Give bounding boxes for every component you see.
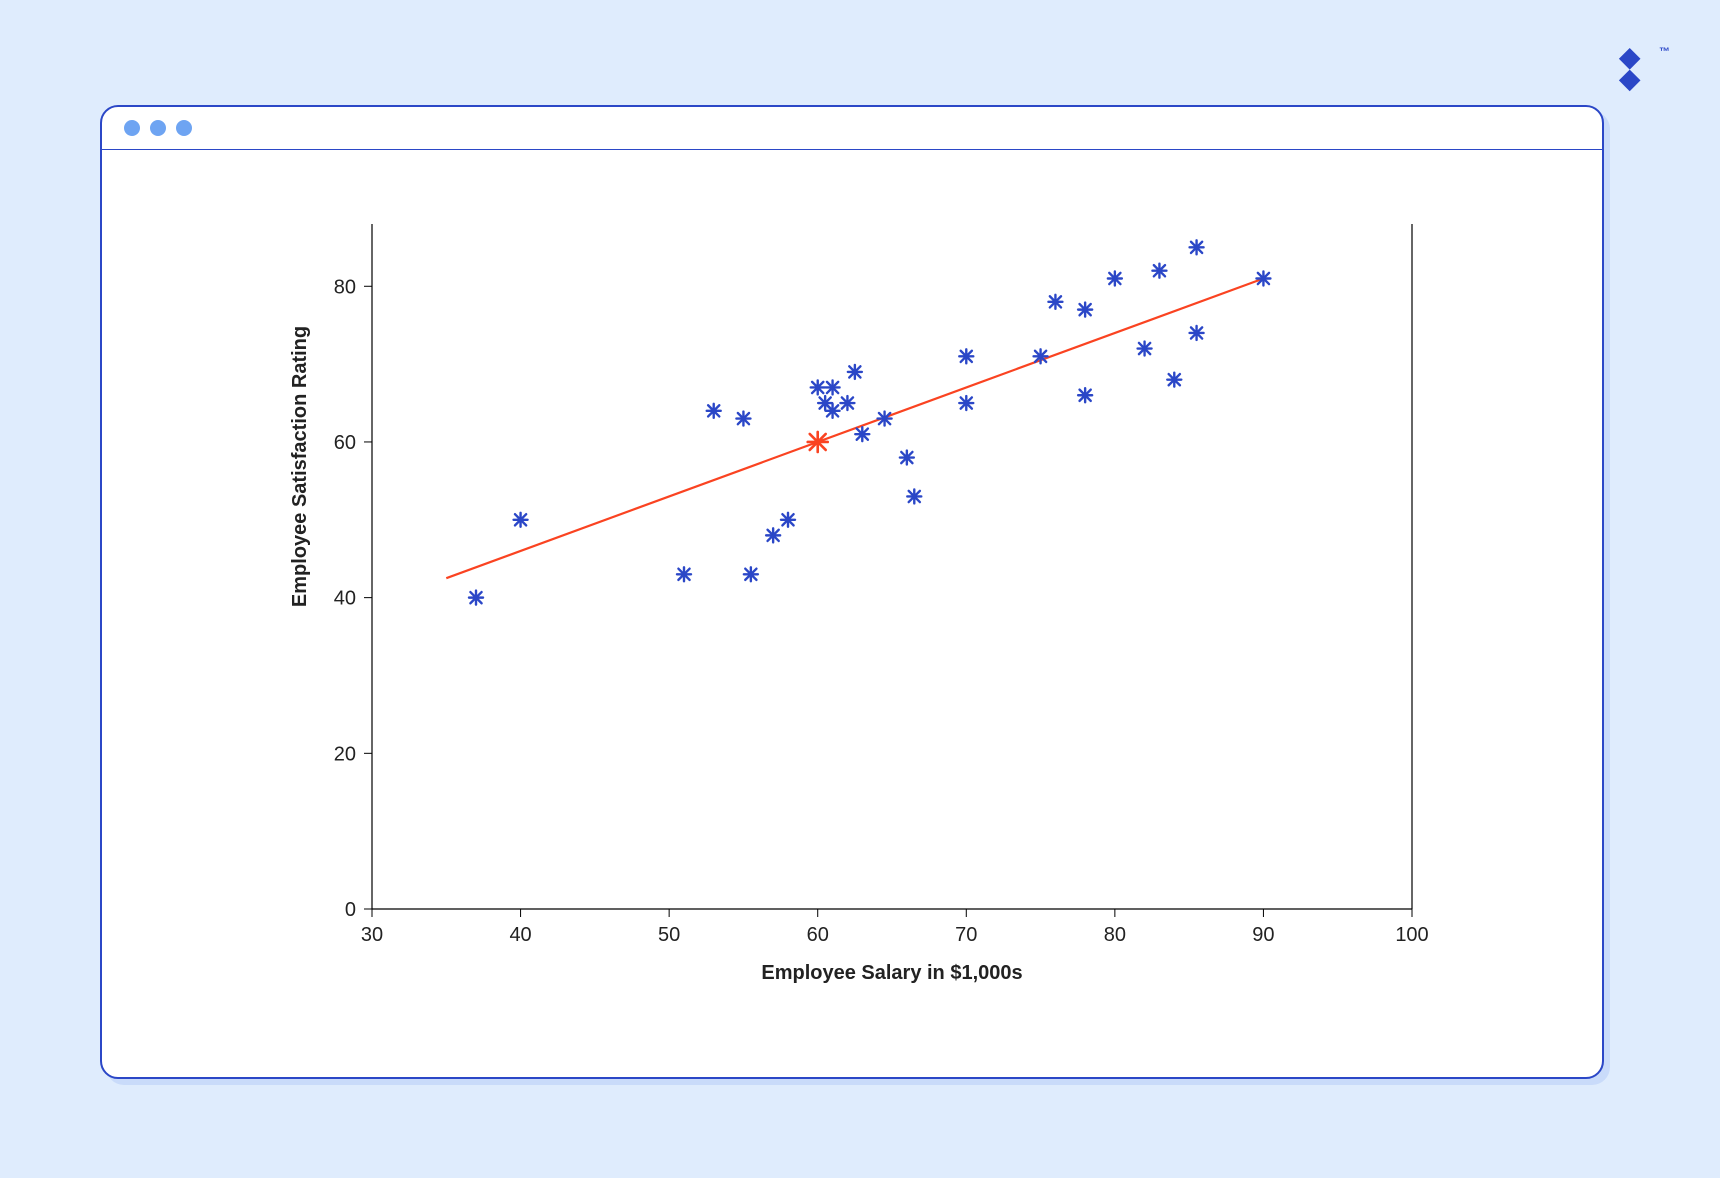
data-point: [959, 396, 973, 410]
data-point: [907, 489, 921, 503]
data-point: [959, 349, 973, 363]
data-point: [1190, 240, 1204, 254]
window-titlebar: [102, 107, 1602, 150]
x-tick-label: 50: [658, 924, 680, 946]
brand-logo: ™: [1618, 48, 1654, 97]
data-point: [1078, 303, 1092, 317]
data-point: [840, 396, 854, 410]
browser-window: 30 40 50 60 70 80 90 100 0 20 40 60 80 Employee Salar…: [100, 105, 1604, 1079]
window-dot: [176, 120, 192, 136]
window-dot: [150, 120, 166, 136]
y-tick-label: 60: [334, 432, 356, 454]
scatter-chart: 30 40 50 60 70 80 90 100 0 20 40 60 80 Employee Salar…: [102, 149, 1602, 1077]
data-point: [878, 412, 892, 426]
y-axis-label: Employee Satisfaction Rating: [289, 326, 311, 607]
data-point: [900, 451, 914, 465]
window-dot: [124, 120, 140, 136]
data-point: [1048, 295, 1062, 309]
data-point: [781, 513, 795, 527]
data-point: [736, 412, 750, 426]
chart-area: 30 40 50 60 70 80 90 100 0 20 40 60 80 Employee Salar…: [102, 149, 1602, 1077]
data-point: [826, 380, 840, 394]
x-tick-label: 100: [1395, 924, 1428, 946]
y-tick-label: 80: [334, 276, 356, 298]
data-point: [1108, 271, 1122, 285]
data-point: [707, 404, 721, 418]
data-point: [469, 591, 483, 605]
x-tick-label: 60: [807, 924, 829, 946]
x-axis-label: Employee Salary in $1,000s: [761, 962, 1022, 984]
y-tick-label: 40: [334, 588, 356, 610]
x-tick-label: 90: [1252, 924, 1274, 946]
y-tick-label: 0: [345, 899, 356, 921]
data-point: [1256, 271, 1270, 285]
data-point: [766, 528, 780, 542]
data-point: [1152, 264, 1166, 278]
data-point: [514, 513, 528, 527]
x-tick-label: 30: [361, 924, 383, 946]
data-point: [1138, 342, 1152, 356]
data-point: [677, 567, 691, 581]
data-point: [811, 380, 825, 394]
x-tick-label: 40: [509, 924, 531, 946]
data-point: [1167, 373, 1181, 387]
x-tick-label: 80: [1104, 924, 1126, 946]
data-point: [1034, 349, 1048, 363]
data-point: [826, 404, 840, 418]
data-point: [855, 427, 869, 441]
y-tick-label: 20: [334, 743, 356, 765]
trademark-label: ™: [1659, 46, 1670, 58]
data-point: [744, 567, 758, 581]
data-point: [848, 365, 862, 379]
data-point: [1190, 326, 1204, 340]
data-point: [808, 432, 828, 452]
data-point: [1078, 388, 1092, 402]
regression-line: [446, 278, 1263, 578]
x-tick-label: 70: [955, 924, 977, 946]
